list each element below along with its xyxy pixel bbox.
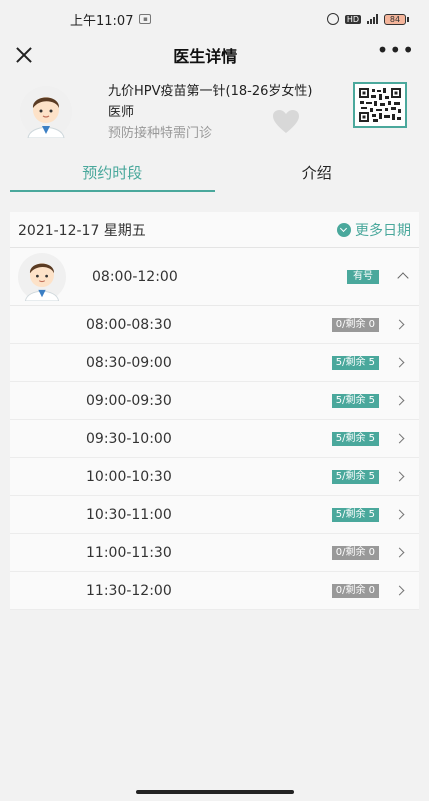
date-row: 2021-12-17 星期五 更多日期 (10, 212, 419, 248)
time-slot-row[interactable]: 08:30-09:00 5/剩余 5 (10, 344, 419, 382)
more-dates-label: 更多日期 (355, 222, 411, 239)
doctor-avatar-small (18, 252, 66, 301)
home-indicator (136, 790, 294, 794)
chevron-up-icon[interactable] (397, 272, 409, 284)
slot-time: 08:00-08:30 (86, 316, 172, 333)
more-dates-button[interactable]: 更多日期 (337, 220, 411, 240)
chevron-right-icon[interactable] (394, 471, 405, 482)
slot-time: 10:30-11:00 (86, 506, 172, 523)
chevron-right-icon[interactable] (394, 509, 405, 520)
session-time: 08:00-12:00 (92, 268, 178, 285)
status-bar: 上午11:07 ▪ HD 84 (0, 0, 429, 38)
signal-icon (367, 14, 378, 24)
slot-remaining-badge: 0/剩余 0 (331, 545, 379, 560)
battery-level: 84 (384, 13, 406, 25)
time-slot-row[interactable]: 11:30-12:00 0/剩余 0 (10, 572, 419, 610)
slot-remaining-badge: 0/剩余 0 (331, 583, 379, 598)
chevron-right-icon[interactable] (394, 433, 405, 444)
chevron-down-circle-icon (337, 222, 351, 237)
session-status-badge: 有号 (347, 269, 379, 284)
time-slot-row[interactable]: 10:30-11:00 5/剩余 5 (10, 496, 419, 534)
battery-icon: 84 (384, 13, 409, 25)
status-right: HD 84 (326, 13, 409, 25)
slot-remaining-badge: 5/剩余 5 (331, 393, 379, 408)
slot-time: 11:30-12:00 (86, 582, 172, 599)
time-slot-row[interactable]: 09:00-09:30 5/剩余 5 (10, 382, 419, 420)
message-icon: ▪ (139, 14, 152, 24)
time-slot-row[interactable]: 09:30-10:00 5/剩余 5 (10, 420, 419, 458)
slot-remaining-badge: 5/剩余 5 (331, 507, 379, 522)
slot-remaining-badge: 0/剩余 0 (331, 317, 379, 332)
slot-time: 10:00-10:30 (86, 468, 172, 485)
status-time: 上午11:07 (70, 13, 134, 29)
chevron-right-icon[interactable] (394, 319, 405, 330)
chevron-right-icon[interactable] (394, 585, 405, 596)
slot-time: 11:00-11:30 (86, 544, 172, 561)
session-row[interactable]: 08:00-12:00 有号 (10, 248, 419, 306)
slot-remaining-badge: 5/剩余 5 (331, 469, 379, 484)
tab-introduction[interactable]: 介绍 (215, 152, 420, 192)
doctor-header: 九价HPV疫苗第一针(18-26岁女性) 医师 预防接种特需门诊 (0, 72, 429, 152)
slot-list: 08:00-08:30 0/剩余 0 08:30-09:00 5/剩余 5 09:00-… (10, 306, 419, 610)
alarm-icon (326, 13, 339, 25)
slot-time: 08:30-09:00 (86, 354, 172, 371)
qr-code-icon[interactable] (353, 82, 407, 128)
tab-bar: 预约时段 介绍 (10, 152, 419, 192)
doctor-title: 九价HPV疫苗第一针(18-26岁女性) (108, 83, 313, 99)
slot-time: 09:30-10:00 (86, 430, 172, 447)
schedule-panel: 2021-12-17 星期五 更多日期 08:00-12:00 有号 08:00… (10, 212, 419, 610)
heart-icon[interactable] (272, 108, 300, 136)
tab-appointment-slots[interactable]: 预约时段 (10, 152, 215, 192)
time-slot-row[interactable]: 10:00-10:30 5/剩余 5 (10, 458, 419, 496)
schedule-date: 2021-12-17 星期五 (18, 222, 146, 239)
chevron-right-icon[interactable] (394, 547, 405, 558)
more-menu-icon[interactable]: ••• (377, 40, 415, 65)
page-title: 医生详情 (173, 47, 238, 66)
chevron-right-icon[interactable] (394, 357, 405, 368)
slot-time: 09:00-09:30 (86, 392, 172, 409)
status-left: 上午11:07 ▪ (70, 10, 152, 29)
time-slot-row[interactable]: 08:00-08:30 0/剩余 0 (10, 306, 419, 344)
close-icon[interactable] (14, 45, 34, 65)
slot-remaining-badge: 5/剩余 5 (331, 431, 379, 446)
slot-remaining-badge: 5/剩余 5 (331, 355, 379, 370)
chevron-right-icon[interactable] (394, 395, 405, 406)
doctor-avatar (20, 86, 72, 138)
time-slot-row[interactable]: 11:00-11:30 0/剩余 0 (10, 534, 419, 572)
nav-bar: 医生详情 ••• (0, 38, 429, 72)
hd-icon: HD (344, 14, 361, 24)
